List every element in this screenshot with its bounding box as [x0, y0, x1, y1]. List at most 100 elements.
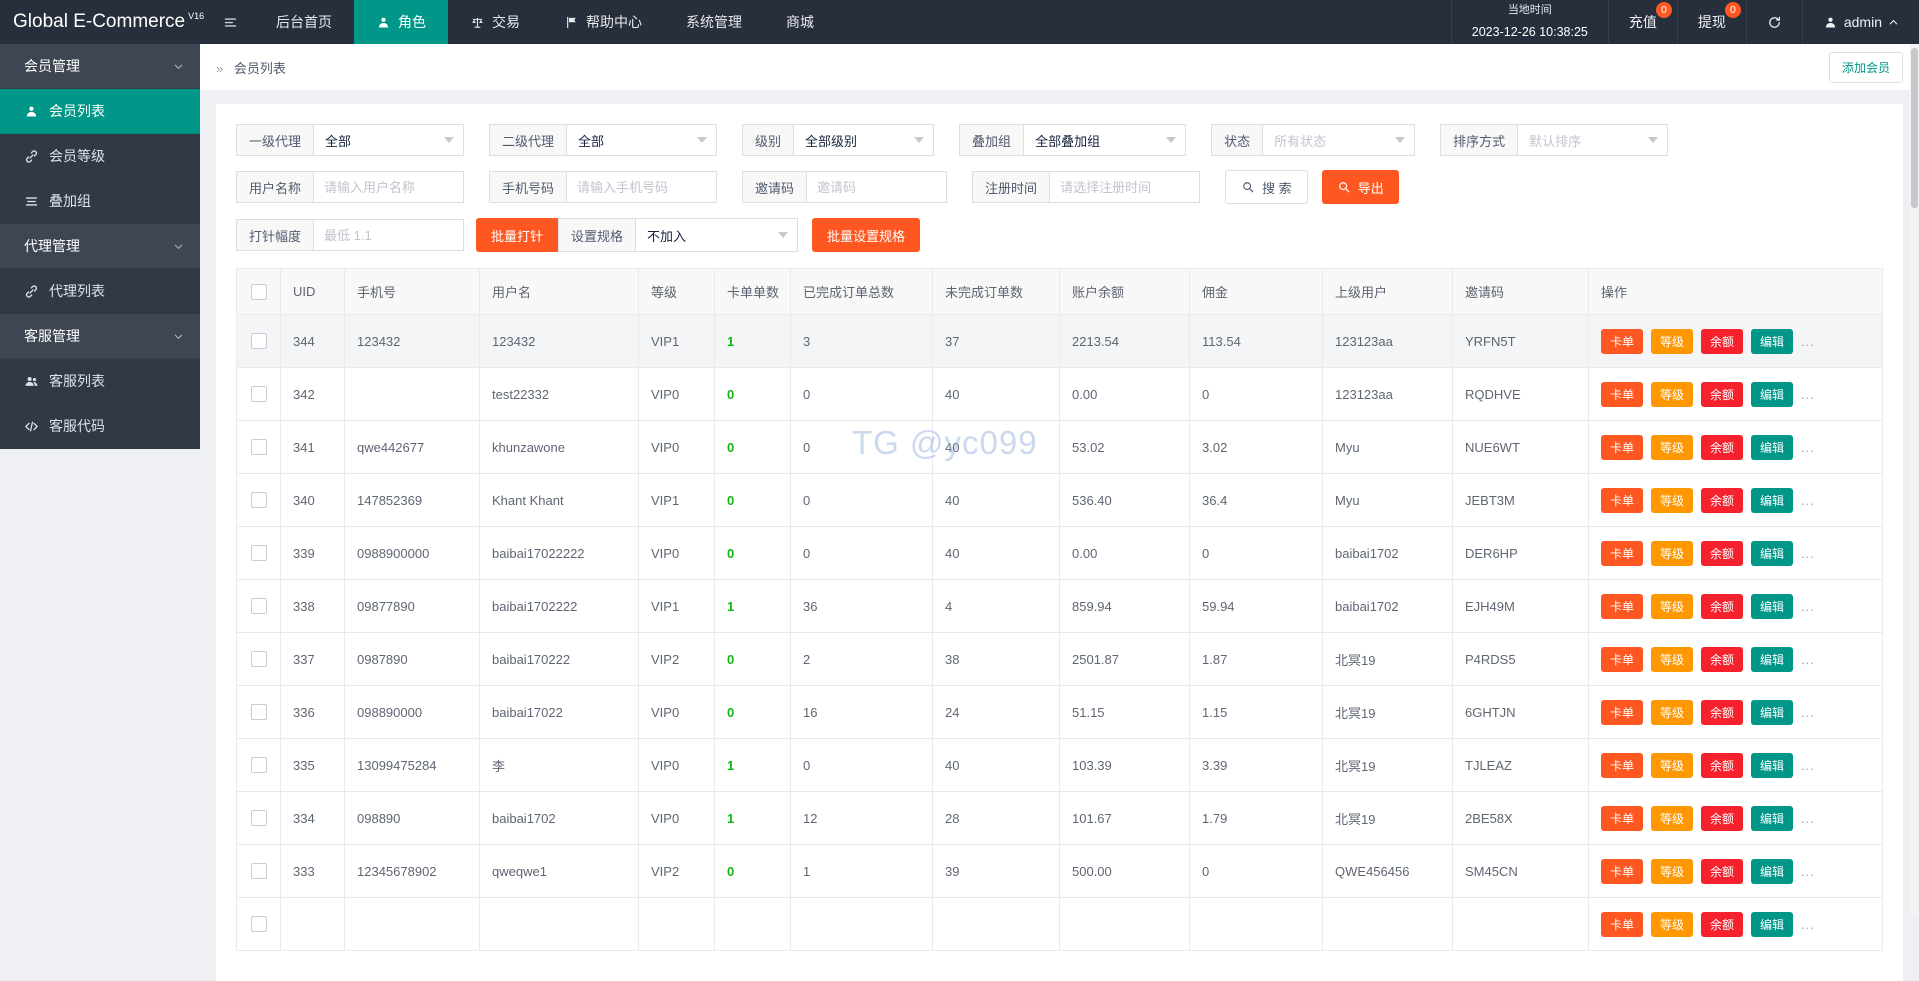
action-balance-button[interactable]: 余额 — [1701, 806, 1743, 831]
nav-tab-dashboard[interactable]: 后台首页 — [254, 0, 354, 44]
action-card-order-button[interactable]: 卡单 — [1601, 647, 1643, 672]
action-edit-button[interactable]: 编辑 — [1751, 594, 1793, 619]
row-more-button[interactable]: ... — [1801, 811, 1815, 826]
withdraw-button[interactable]: 提现 0 — [1677, 0, 1746, 44]
filter-status-select[interactable]: 所有状态 — [1263, 124, 1415, 156]
action-card-order-button[interactable]: 卡单 — [1601, 912, 1643, 937]
action-edit-button[interactable]: 编辑 — [1751, 859, 1793, 884]
filter-sort-select[interactable]: 默认排序 — [1518, 124, 1668, 156]
action-level-button[interactable]: 等级 — [1651, 912, 1693, 937]
sidebar-item-member-level[interactable]: 会员等级 — [0, 134, 200, 179]
row-checkbox[interactable] — [251, 598, 267, 614]
action-balance-button[interactable]: 余额 — [1701, 700, 1743, 725]
action-balance-button[interactable]: 余额 — [1701, 594, 1743, 619]
action-edit-button[interactable]: 编辑 — [1751, 912, 1793, 937]
input-phone[interactable] — [567, 171, 717, 203]
action-edit-button[interactable]: 编辑 — [1751, 647, 1793, 672]
action-card-order-button[interactable]: 卡单 — [1601, 594, 1643, 619]
row-checkbox[interactable] — [251, 333, 267, 349]
filter-spec-select[interactable]: 不加入 — [636, 218, 798, 252]
action-level-button[interactable]: 等级 — [1651, 647, 1693, 672]
row-more-button[interactable]: ... — [1801, 546, 1815, 561]
nav-tab-trade[interactable]: 交易 — [448, 0, 542, 44]
action-level-button[interactable]: 等级 — [1651, 329, 1693, 354]
row-checkbox[interactable] — [251, 704, 267, 720]
row-checkbox[interactable] — [251, 863, 267, 879]
filter-stack-group-select[interactable]: 全部叠加组 — [1024, 124, 1186, 156]
admin-menu[interactable]: admin — [1802, 0, 1919, 44]
sidebar-item-service-list[interactable]: 客服列表 — [0, 359, 200, 404]
action-edit-button[interactable]: 编辑 — [1751, 806, 1793, 831]
action-card-order-button[interactable]: 卡单 — [1601, 859, 1643, 884]
action-level-button[interactable]: 等级 — [1651, 488, 1693, 513]
nav-tab-mall[interactable]: 商城 — [764, 0, 836, 44]
recharge-button[interactable]: 充值 0 — [1608, 0, 1677, 44]
action-level-button[interactable]: 等级 — [1651, 435, 1693, 460]
filter-second-agent-select[interactable]: 全部 — [567, 124, 717, 156]
action-balance-button[interactable]: 余额 — [1701, 329, 1743, 354]
action-card-order-button[interactable]: 卡单 — [1601, 541, 1643, 566]
search-button[interactable]: 搜 索 — [1225, 170, 1308, 204]
row-checkbox[interactable] — [251, 545, 267, 561]
action-level-button[interactable]: 等级 — [1651, 806, 1693, 831]
action-card-order-button[interactable]: 卡单 — [1601, 700, 1643, 725]
action-card-order-button[interactable]: 卡单 — [1601, 488, 1643, 513]
scrollbar-thumb[interactable] — [1911, 48, 1918, 208]
sidebar-toggle-icon[interactable] — [206, 0, 254, 44]
row-checkbox[interactable] — [251, 916, 267, 932]
row-checkbox[interactable] — [251, 439, 267, 455]
sidebar-group-member-mgmt[interactable]: 会员管理 — [0, 44, 200, 89]
row-checkbox[interactable] — [251, 651, 267, 667]
action-card-order-button[interactable]: 卡单 — [1601, 753, 1643, 778]
action-card-order-button[interactable]: 卡单 — [1601, 806, 1643, 831]
row-more-button[interactable]: ... — [1801, 917, 1815, 932]
nav-tab-roles[interactable]: 角色 — [354, 0, 448, 44]
sidebar-group-service-mgmt[interactable]: 客服管理 — [0, 314, 200, 359]
action-card-order-button[interactable]: 卡单 — [1601, 329, 1643, 354]
row-more-button[interactable]: ... — [1801, 652, 1815, 667]
input-reg-time[interactable] — [1050, 171, 1200, 203]
action-balance-button[interactable]: 余额 — [1701, 912, 1743, 937]
action-level-button[interactable]: 等级 — [1651, 753, 1693, 778]
action-edit-button[interactable]: 编辑 — [1751, 700, 1793, 725]
sidebar-item-agent-list[interactable]: 代理列表 — [0, 269, 200, 314]
row-more-button[interactable]: ... — [1801, 440, 1815, 455]
batch-needle-button[interactable]: 批量打针 — [476, 218, 558, 252]
row-more-button[interactable]: ... — [1801, 705, 1815, 720]
row-more-button[interactable]: ... — [1801, 864, 1815, 879]
action-level-button[interactable]: 等级 — [1651, 700, 1693, 725]
action-level-button[interactable]: 等级 — [1651, 382, 1693, 407]
action-level-button[interactable]: 等级 — [1651, 594, 1693, 619]
action-edit-button[interactable]: 编辑 — [1751, 382, 1793, 407]
action-balance-button[interactable]: 余额 — [1701, 541, 1743, 566]
row-more-button[interactable]: ... — [1801, 493, 1815, 508]
vertical-scrollbar[interactable] — [1910, 44, 1919, 915]
input-invite-code[interactable] — [807, 171, 947, 203]
row-checkbox[interactable] — [251, 810, 267, 826]
row-checkbox[interactable] — [251, 386, 267, 402]
action-balance-button[interactable]: 余额 — [1701, 488, 1743, 513]
nav-tab-help-center[interactable]: 帮助中心 — [542, 0, 664, 44]
row-more-button[interactable]: ... — [1801, 599, 1815, 614]
filter-level-select[interactable]: 全部级别 — [794, 124, 934, 156]
action-level-button[interactable]: 等级 — [1651, 541, 1693, 566]
filter-first-agent-select[interactable]: 全部 — [314, 124, 464, 156]
action-card-order-button[interactable]: 卡单 — [1601, 382, 1643, 407]
sidebar-item-service-code[interactable]: 客服代码 — [0, 404, 200, 449]
action-balance-button[interactable]: 余额 — [1701, 859, 1743, 884]
select-all-checkbox[interactable] — [251, 284, 267, 300]
batch-spec-button[interactable]: 批量设置规格 — [812, 218, 920, 252]
action-edit-button[interactable]: 编辑 — [1751, 488, 1793, 513]
action-edit-button[interactable]: 编辑 — [1751, 329, 1793, 354]
row-more-button[interactable]: ... — [1801, 387, 1815, 402]
sidebar-item-member-list[interactable]: 会员列表 — [0, 89, 200, 134]
action-edit-button[interactable]: 编辑 — [1751, 435, 1793, 460]
row-checkbox[interactable] — [251, 492, 267, 508]
sidebar-group-agent-mgmt[interactable]: 代理管理 — [0, 224, 200, 269]
action-balance-button[interactable]: 余额 — [1701, 647, 1743, 672]
refresh-button[interactable] — [1746, 0, 1802, 44]
action-balance-button[interactable]: 余额 — [1701, 435, 1743, 460]
export-button[interactable]: 导出 — [1322, 170, 1399, 204]
row-checkbox[interactable] — [251, 757, 267, 773]
action-edit-button[interactable]: 编辑 — [1751, 753, 1793, 778]
